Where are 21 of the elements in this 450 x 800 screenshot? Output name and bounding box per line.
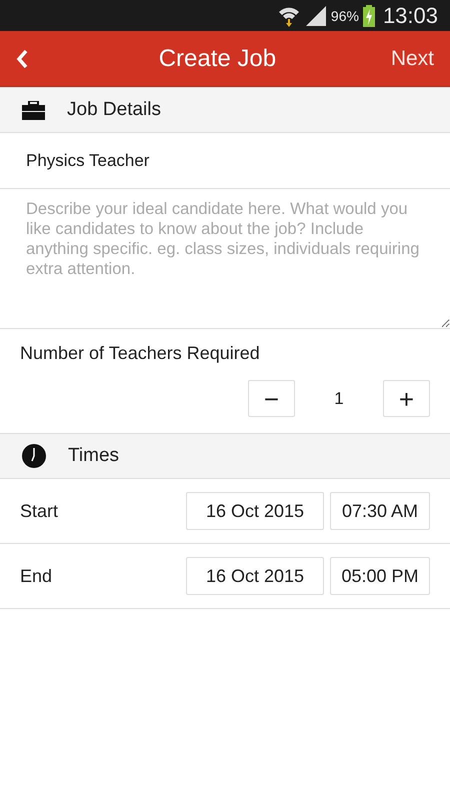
section-title: Times xyxy=(68,445,120,467)
battery-percent: 96% xyxy=(330,8,359,24)
increment-button[interactable]: + xyxy=(383,380,430,417)
teacher-count: 1 xyxy=(333,388,345,408)
chevron-left-icon xyxy=(16,48,28,68)
time-picker[interactable]: 05:00 PM xyxy=(330,557,430,595)
clock-icon xyxy=(22,444,46,468)
row-label: Start xyxy=(20,500,60,522)
signal-icon xyxy=(304,6,327,26)
row-label: End xyxy=(20,566,54,586)
clock-time: 13:03 xyxy=(382,2,438,28)
briefcase-icon xyxy=(22,100,45,120)
screen-title: Create Job xyxy=(158,44,278,72)
next-button[interactable]: Next xyxy=(390,46,434,70)
section-title: Job Details xyxy=(67,99,161,121)
decrement-button[interactable]: − xyxy=(248,380,295,417)
time-picker[interactable]: 07:30 AM xyxy=(330,492,430,530)
date-picker[interactable]: 16 Oct 2015 xyxy=(186,492,324,530)
field-label: Number of Teachers Required xyxy=(20,343,261,364)
battery-charging-icon xyxy=(362,4,375,26)
date-picker[interactable]: 16 Oct 2015 xyxy=(186,557,324,595)
